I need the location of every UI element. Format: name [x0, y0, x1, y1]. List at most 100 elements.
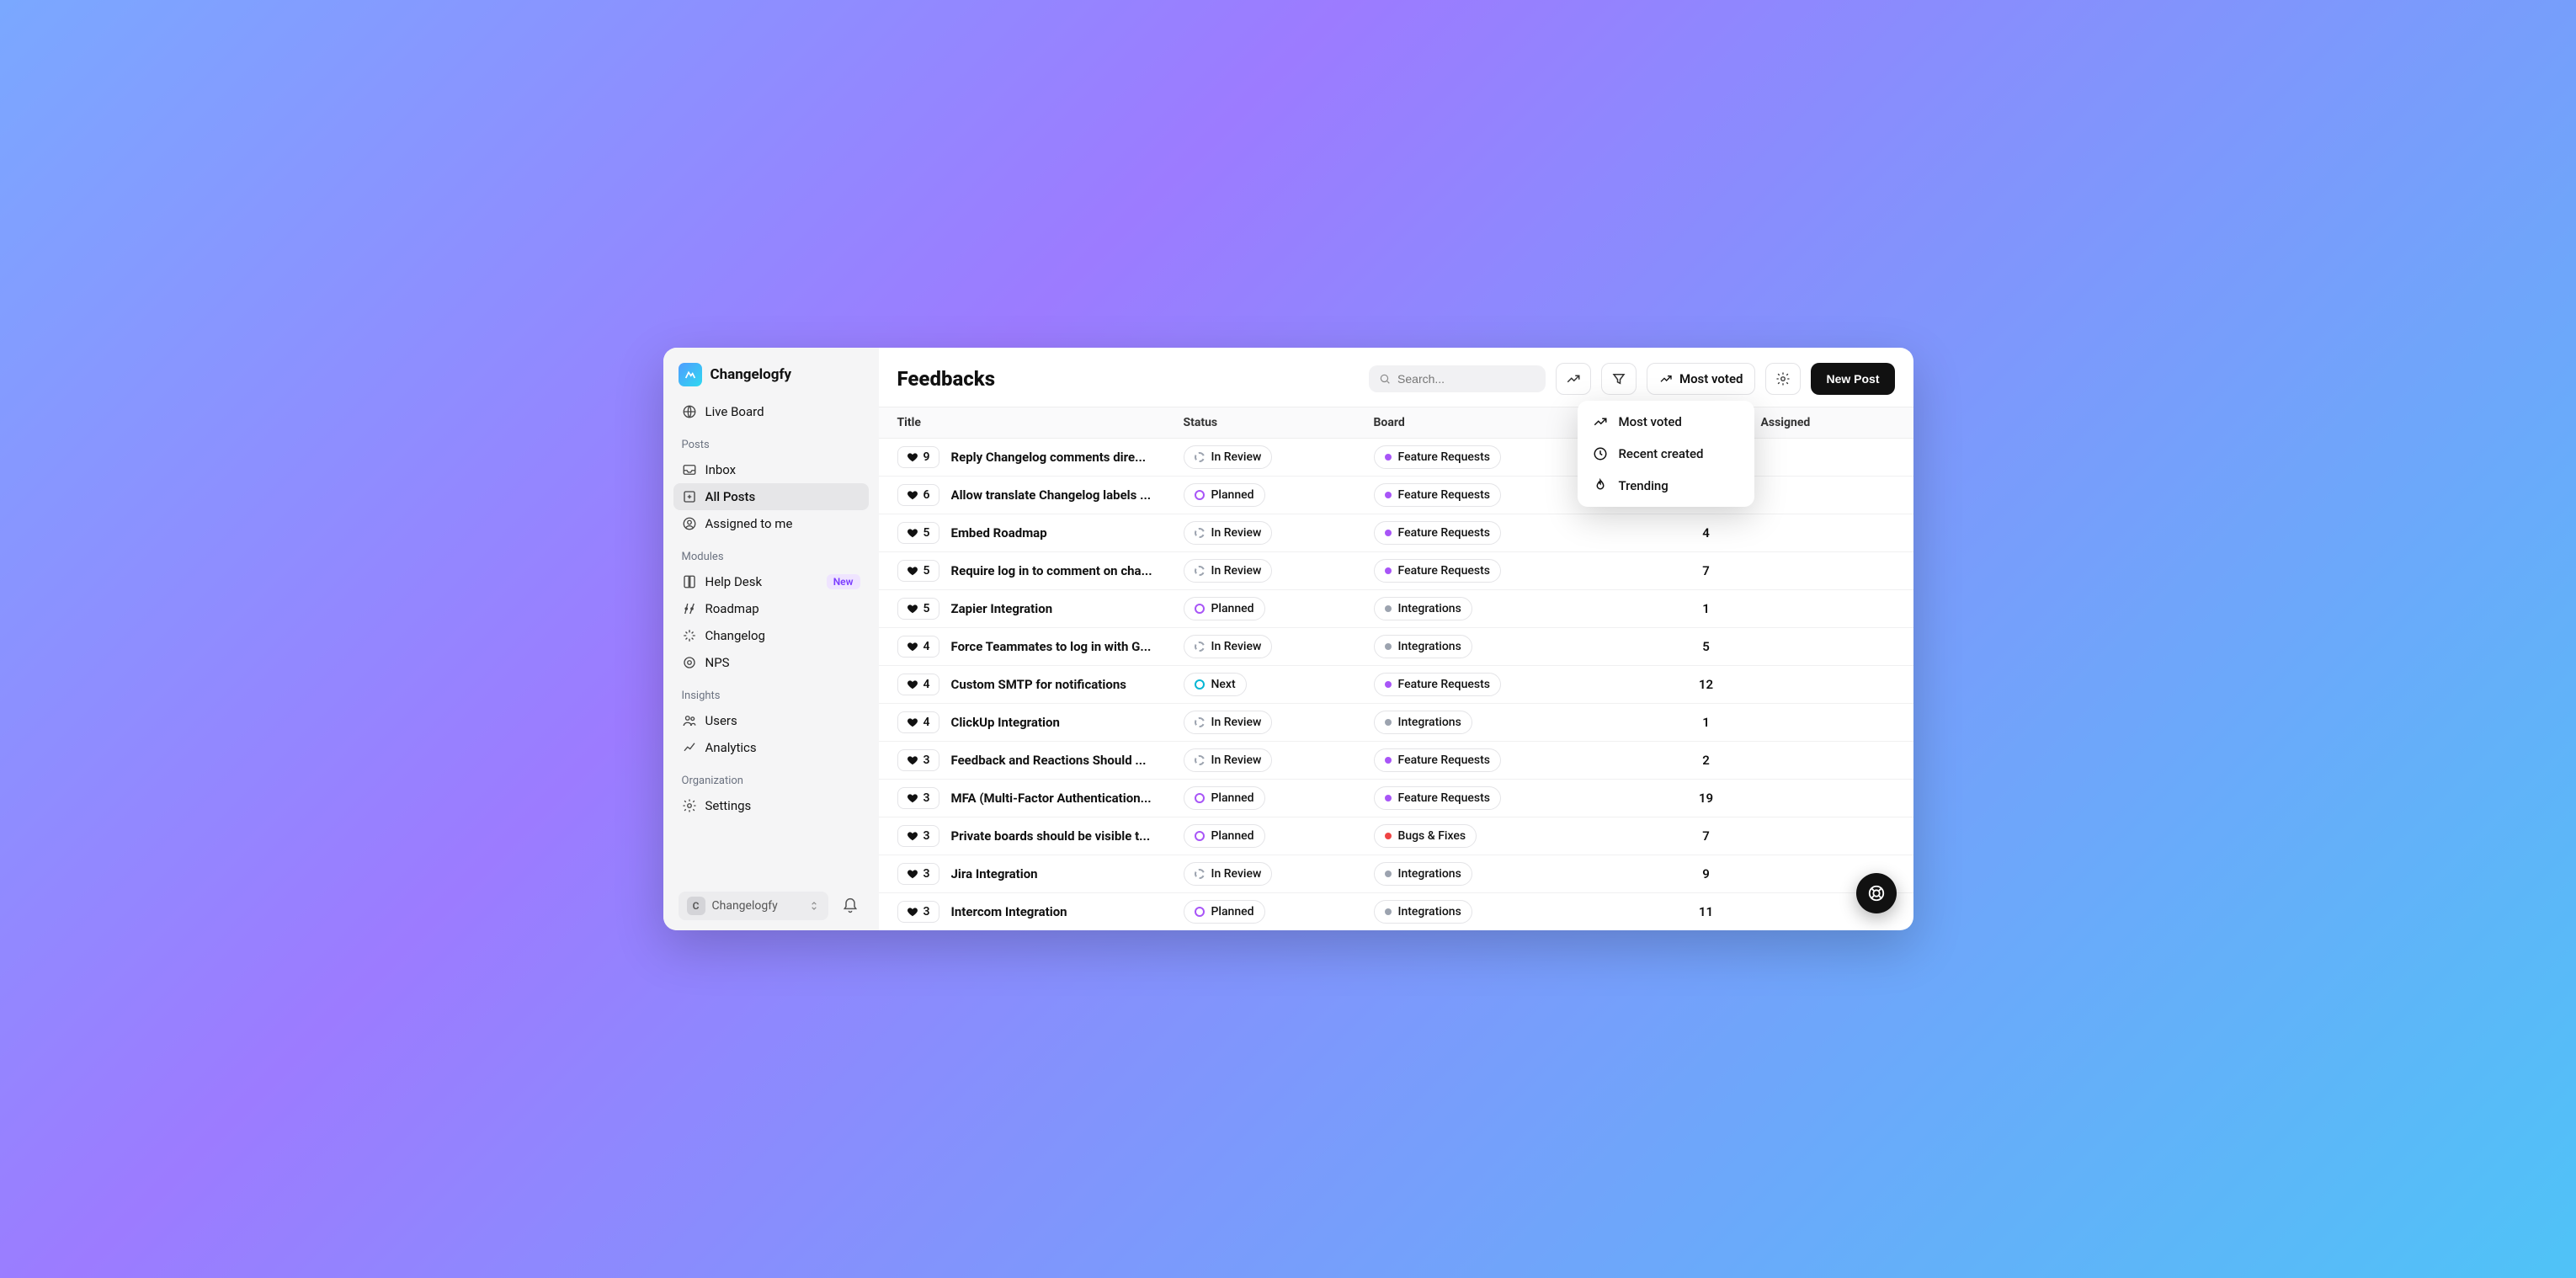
- board-chip[interactable]: Feature Requests: [1374, 786, 1501, 810]
- board-chip[interactable]: Feature Requests: [1374, 673, 1501, 696]
- search-box[interactable]: [1369, 365, 1546, 392]
- board-chip[interactable]: Feature Requests: [1374, 445, 1501, 469]
- status-label: In Review: [1211, 526, 1262, 540]
- status-chip[interactable]: In Review: [1184, 862, 1273, 886]
- vote-chip[interactable]: 3: [897, 787, 939, 809]
- sidebar-item-help-desk[interactable]: Help Desk New: [673, 568, 869, 595]
- vote-chip[interactable]: 3: [897, 863, 939, 885]
- board-label: Integrations: [1398, 905, 1461, 919]
- globe-icon: [682, 404, 697, 419]
- row-title: Require log in to comment on cha...: [951, 563, 1152, 578]
- status-chip[interactable]: In Review: [1184, 635, 1273, 658]
- vote-count: 4: [923, 640, 930, 653]
- workspace-switcher[interactable]: C Changelogfy: [679, 892, 828, 920]
- vote-chip[interactable]: 3: [897, 901, 939, 923]
- search-input[interactable]: [1397, 372, 1535, 386]
- sidebar-item-users[interactable]: Users: [673, 707, 869, 734]
- board-chip[interactable]: Feature Requests: [1374, 748, 1501, 772]
- vote-chip[interactable]: 5: [897, 560, 939, 582]
- users-icon: [682, 713, 697, 728]
- board-label: Bugs & Fixes: [1398, 829, 1466, 843]
- table-row[interactable]: 3 Jira Integration In Review Integration…: [879, 855, 1913, 893]
- table-row[interactable]: 4 ClickUp Integration In Review Integrat…: [879, 704, 1913, 742]
- sidebar-item-inbox[interactable]: Inbox: [673, 456, 869, 483]
- sidebar-item-assigned-to-me[interactable]: Assigned to me: [673, 510, 869, 537]
- board-chip[interactable]: Integrations: [1374, 711, 1472, 734]
- user-circle-icon: [682, 516, 697, 531]
- table-row[interactable]: 3 Private boards should be visible t... …: [879, 817, 1913, 855]
- table-row[interactable]: 4 Custom SMTP for notifications Next Fea…: [879, 666, 1913, 704]
- sidebar-item-roadmap[interactable]: Roadmap: [673, 595, 869, 622]
- status-chip[interactable]: In Review: [1184, 445, 1273, 469]
- vote-chip[interactable]: 3: [897, 749, 939, 771]
- board-chip[interactable]: Integrations: [1374, 635, 1472, 658]
- bell-icon: [842, 897, 859, 914]
- sort-option-recent-created[interactable]: Recent created: [1583, 438, 1749, 470]
- board-chip[interactable]: Feature Requests: [1374, 559, 1501, 583]
- nav-heading-modules: Modules: [673, 546, 869, 568]
- sort-option-most-voted[interactable]: Most voted: [1583, 406, 1749, 438]
- status-chip[interactable]: Planned: [1184, 786, 1265, 810]
- status-chip[interactable]: In Review: [1184, 559, 1273, 583]
- sort-dropdown-button[interactable]: Most voted Most voted Recent created Tre…: [1647, 363, 1756, 395]
- status-chip[interactable]: Planned: [1184, 597, 1265, 620]
- sidebar-item-label: Live Board: [705, 404, 764, 419]
- sidebar-item-analytics[interactable]: Analytics: [673, 734, 869, 761]
- table-row[interactable]: 3 Intercom Integration Planned Integrati…: [879, 893, 1913, 930]
- status-chip[interactable]: In Review: [1184, 748, 1273, 772]
- board-chip[interactable]: Feature Requests: [1374, 483, 1501, 507]
- table-row[interactable]: 9 Reply Changelog comments dire... In Re…: [879, 439, 1913, 477]
- new-post-button[interactable]: New Post: [1811, 363, 1894, 395]
- vote-chip[interactable]: 4: [897, 636, 939, 658]
- board-label: Feature Requests: [1398, 450, 1490, 464]
- sort-option-trending[interactable]: Trending: [1583, 470, 1749, 502]
- board-label: Feature Requests: [1398, 678, 1490, 691]
- board-chip[interactable]: Integrations: [1374, 597, 1472, 620]
- heart-icon: [907, 754, 918, 766]
- vote-chip[interactable]: 4: [897, 674, 939, 695]
- table-row[interactable]: 4 Force Teammates to log in with G... In…: [879, 628, 1913, 666]
- notifications-button[interactable]: [837, 892, 864, 919]
- status-chip[interactable]: Planned: [1184, 824, 1265, 848]
- sidebar-item-settings[interactable]: Settings: [673, 792, 869, 819]
- board-chip[interactable]: Integrations: [1374, 862, 1472, 886]
- sidebar-item-changelog[interactable]: Changelog: [673, 622, 869, 649]
- settings-button[interactable]: [1765, 363, 1801, 395]
- row-title: Intercom Integration: [951, 904, 1067, 919]
- help-fab[interactable]: [1856, 873, 1897, 913]
- vote-chip[interactable]: 6: [897, 484, 939, 506]
- table-row[interactable]: 3 Feedback and Reactions Should ... In R…: [879, 742, 1913, 780]
- table-row[interactable]: 6 Allow translate Changelog labels ... P…: [879, 477, 1913, 514]
- status-chip[interactable]: Planned: [1184, 900, 1265, 924]
- board-chip[interactable]: Bugs & Fixes: [1374, 824, 1477, 848]
- board-chip[interactable]: Feature Requests: [1374, 521, 1501, 545]
- sidebar-item-live-board[interactable]: Live Board: [673, 398, 869, 425]
- table-row[interactable]: 5 Zapier Integration Planned Integration…: [879, 590, 1913, 628]
- heart-icon: [907, 451, 918, 463]
- status-chip[interactable]: In Review: [1184, 711, 1273, 734]
- vote-chip[interactable]: 5: [897, 598, 939, 620]
- status-dot-icon: [1195, 566, 1205, 576]
- board-label: Feature Requests: [1398, 526, 1490, 540]
- status-label: Planned: [1211, 488, 1254, 502]
- status-chip[interactable]: Planned: [1184, 483, 1265, 507]
- status-chip[interactable]: In Review: [1184, 521, 1273, 545]
- filter-button[interactable]: [1601, 363, 1637, 395]
- table-row[interactable]: 3 MFA (Multi-Factor Authentication... Pl…: [879, 780, 1913, 817]
- table-row[interactable]: 5 Require log in to comment on cha... In…: [879, 552, 1913, 590]
- status-dot-icon: [1195, 755, 1205, 765]
- topbar: Feedbacks Most voted Most voted: [879, 348, 1913, 407]
- sidebar-item-nps[interactable]: NPS: [673, 649, 869, 676]
- table-row[interactable]: 5 Embed Roadmap In Review Feature Reques…: [879, 514, 1913, 552]
- status-label: In Review: [1211, 564, 1262, 578]
- vote-chip[interactable]: 3: [897, 825, 939, 847]
- nav-heading-posts: Posts: [673, 434, 869, 456]
- vote-chip[interactable]: 4: [897, 711, 939, 733]
- trending-button[interactable]: [1556, 363, 1591, 395]
- status-dot-icon: [1195, 907, 1205, 917]
- board-chip[interactable]: Integrations: [1374, 900, 1472, 924]
- status-chip[interactable]: Next: [1184, 673, 1247, 696]
- vote-chip[interactable]: 5: [897, 522, 939, 544]
- vote-chip[interactable]: 9: [897, 446, 939, 468]
- sidebar-item-all-posts[interactable]: All Posts: [673, 483, 869, 510]
